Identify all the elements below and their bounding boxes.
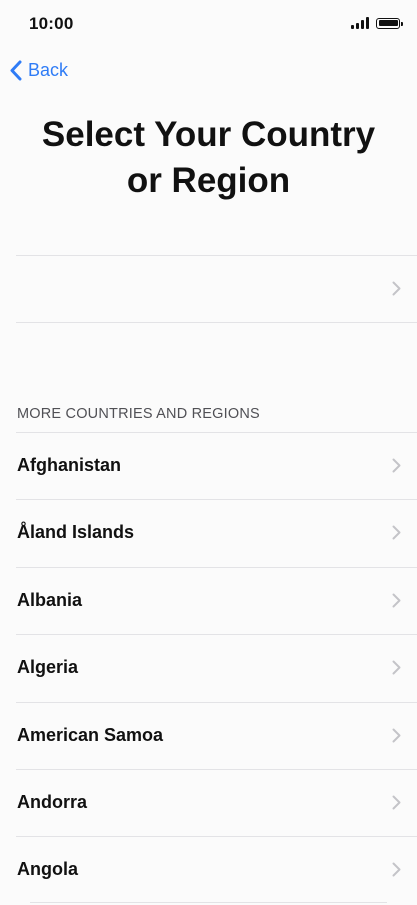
country-name: Åland Islands xyxy=(17,522,135,543)
suggested-country-row[interactable] xyxy=(16,256,417,322)
country-row-albania[interactable]: Albania xyxy=(0,566,417,634)
country-name: Albania xyxy=(17,589,83,610)
divider xyxy=(16,322,417,323)
row-separator xyxy=(16,836,417,838)
country-row-angola[interactable]: Angola xyxy=(0,836,417,903)
status-bar: 10:00 xyxy=(0,0,417,44)
row-separator xyxy=(16,432,417,433)
chevron-right-icon xyxy=(392,525,401,540)
page-title-line-2: or Region xyxy=(126,161,291,200)
row-separator xyxy=(16,499,417,501)
row-separator xyxy=(16,566,417,568)
back-label: Back xyxy=(28,60,69,80)
country-row-american-samoa[interactable]: American Samoa xyxy=(0,701,417,769)
country-name: Angola xyxy=(17,859,78,880)
country-name: Andorra xyxy=(17,791,88,812)
country-row-afghanistan[interactable]: Afghanistan xyxy=(0,432,417,499)
battery-icon xyxy=(376,17,403,29)
cellular-signal-icon xyxy=(351,17,369,29)
country-name: American Samoa xyxy=(17,724,164,745)
country-name: Algeria xyxy=(17,657,79,678)
section-header: MORE COUNTRIES AND REGIONS xyxy=(17,406,260,422)
page-title: Select Your Country or Region xyxy=(0,112,417,204)
row-separator xyxy=(16,768,417,770)
country-select-screen: 10:00 Back Select Your Country or Region xyxy=(0,0,417,905)
chevron-right-icon xyxy=(392,862,401,877)
row-separator xyxy=(16,701,417,703)
chevron-right-icon xyxy=(392,728,401,743)
back-button[interactable]: Back xyxy=(10,60,68,81)
chevron-right-icon xyxy=(392,281,401,296)
row-separator xyxy=(16,634,417,636)
chevron-left-icon xyxy=(10,60,22,81)
country-row-andorra[interactable]: Andorra xyxy=(0,768,417,836)
country-name: Afghanistan xyxy=(17,455,122,475)
chevron-right-icon xyxy=(392,660,401,675)
chevron-right-icon xyxy=(392,458,401,473)
chevron-right-icon xyxy=(392,593,401,608)
list-bottom-separator xyxy=(30,902,387,903)
chevron-right-icon xyxy=(392,795,401,810)
country-list: Afghanistan Åland Islands Albania Algeri… xyxy=(0,432,417,904)
page-title-line-1: Select Your Country xyxy=(41,115,376,154)
status-indicators xyxy=(351,17,403,29)
country-row-algeria[interactable]: Algeria xyxy=(0,634,417,701)
country-row-aland-islands[interactable]: Åland Islands xyxy=(0,499,417,566)
status-time: 10:00 xyxy=(29,14,74,33)
